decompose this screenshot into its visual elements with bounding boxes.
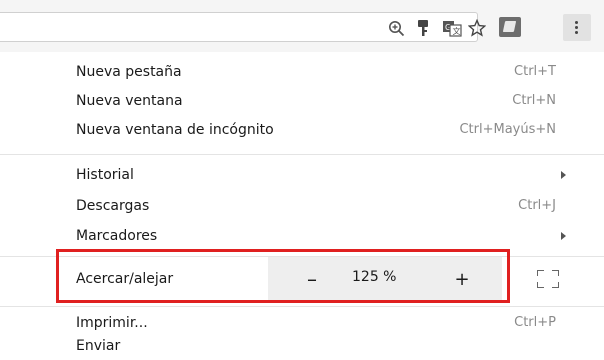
menu-item-shortcut: Ctrl+P: [514, 315, 556, 330]
more-vert-icon[interactable]: [563, 14, 591, 41]
svg-text:文: 文: [453, 26, 461, 36]
menu-divider: [0, 306, 604, 307]
menu-item-downloads[interactable]: Descargas Ctrl+J: [0, 194, 604, 220]
menu-item-cast[interactable]: Enviar: [0, 334, 604, 360]
menu-item-label: Enviar: [76, 338, 121, 354]
menu-item-label: Nueva ventana: [76, 93, 183, 109]
extension-icon[interactable]: [499, 17, 521, 37]
zoom-in-icon[interactable]: [386, 18, 406, 38]
menu-item-new-window[interactable]: Nueva ventana Ctrl+N: [0, 89, 604, 115]
menu-item-history[interactable]: Historial: [0, 163, 604, 189]
address-bar[interactable]: [0, 12, 478, 42]
fullscreen-icon[interactable]: [537, 270, 559, 288]
menu-item-label: Nueva pestaña: [76, 64, 182, 80]
zoom-highlight-box: [56, 249, 510, 303]
menu-item-shortcut: Ctrl+Mayús+N: [459, 122, 556, 137]
menu-item-bookmarks[interactable]: Marcadores: [0, 224, 604, 250]
menu-item-shortcut: Ctrl+J: [518, 198, 556, 213]
menu-item-label: Historial: [76, 167, 134, 183]
key-icon[interactable]: [413, 18, 433, 38]
submenu-arrow-icon: [561, 171, 566, 179]
menu-item-label: Imprimir...: [76, 315, 148, 331]
translate-icon[interactable]: G文: [441, 18, 463, 38]
menu-item-label: Nueva ventana de incógnito: [76, 122, 274, 138]
browser-toolbar: G文: [0, 0, 604, 52]
menu-item-shortcut: Ctrl+N: [512, 93, 556, 108]
menu-item-shortcut: Ctrl+T: [514, 64, 556, 79]
menu-item-label: Descargas: [76, 198, 150, 214]
menu-item-incognito-window[interactable]: Nueva ventana de incógnito Ctrl+Mayús+N: [0, 118, 604, 144]
submenu-arrow-icon: [561, 232, 566, 240]
star-icon[interactable]: [467, 18, 487, 38]
menu-item-label: Marcadores: [76, 228, 158, 244]
menu-divider: [0, 154, 604, 155]
menu-item-new-tab[interactable]: Nueva pestaña Ctrl+T: [0, 60, 604, 86]
